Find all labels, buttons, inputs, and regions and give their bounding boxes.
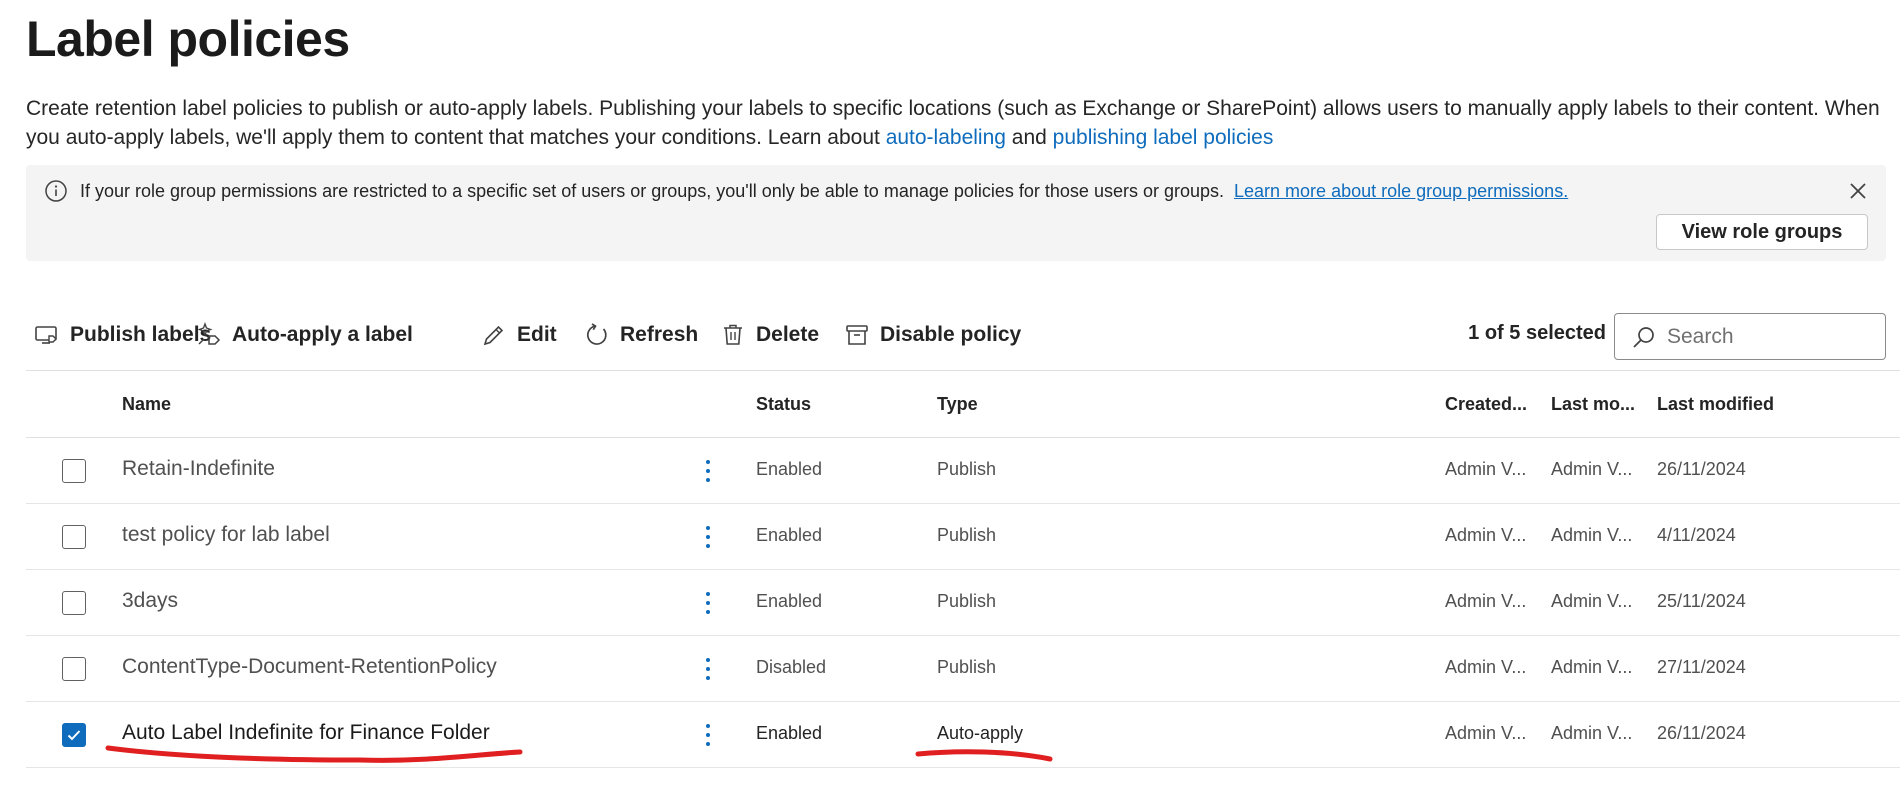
checkmark-icon (67, 730, 81, 741)
delete-button[interactable]: Delete (720, 310, 819, 360)
row-checkbox[interactable] (62, 525, 86, 549)
monitor-tag-icon (35, 326, 57, 344)
selection-count: 1 of 5 selected (1468, 322, 1606, 344)
more-vertical-icon[interactable] (694, 522, 722, 552)
policy-status: Enabled (756, 459, 823, 479)
row-checkbox[interactable] (62, 459, 86, 483)
policy-last-modified-by: Admin V... (1551, 723, 1633, 743)
table-row[interactable]: test policy for lab label Enabled Publis… (26, 504, 1900, 570)
policy-last-modified: 4/11/2024 (1657, 525, 1736, 545)
publish-labels-button[interactable]: Publish labels (34, 310, 211, 360)
policy-name[interactable]: Auto Label Indefinite for Finance Folder (122, 721, 490, 745)
policy-name[interactable]: ContentType-Document-RetentionPolicy (122, 655, 497, 679)
table-header: Name Status Type Created... Last mo... L… (26, 372, 1900, 438)
sparkle-tag-icon (197, 322, 221, 345)
policy-last-modified-by: Admin V... (1551, 591, 1633, 611)
role-group-permissions-link[interactable]: Learn more about role group permissions. (1234, 181, 1568, 201)
policy-created-by: Admin V... (1445, 525, 1527, 545)
policy-last-modified-by: Admin V... (1551, 657, 1633, 677)
row-checkbox[interactable] (62, 591, 86, 615)
policy-type: Publish (937, 459, 997, 479)
policy-created-by: Admin V... (1445, 459, 1527, 479)
search-box[interactable] (1614, 313, 1886, 360)
column-header-type[interactable]: Type (937, 394, 978, 415)
publish-labels-label: Publish labels (70, 323, 212, 346)
auto-apply-label: Auto-apply a label (232, 323, 413, 346)
trash-icon (724, 324, 742, 345)
policy-last-modified-by: Admin V... (1551, 459, 1633, 479)
column-header-created-by[interactable]: Created... (1445, 394, 1527, 415)
policy-status: Enabled (756, 591, 823, 611)
disable-policy-button[interactable]: Disable policy (844, 310, 1021, 360)
more-vertical-icon[interactable] (694, 720, 722, 750)
refresh-button[interactable]: Refresh (584, 310, 698, 360)
edit-label: Edit (517, 323, 557, 346)
toolbar-divider (26, 370, 1900, 371)
table-row-selected[interactable]: Auto Label Indefinite for Finance Folder… (26, 702, 1900, 768)
policy-last-modified: 25/11/2024 (1657, 591, 1746, 611)
delete-label: Delete (756, 323, 820, 346)
policies-table: Name Status Type Created... Last mo... L… (26, 372, 1900, 768)
table-row[interactable]: ContentType-Document-RetentionPolicy Dis… (26, 636, 1900, 702)
table-row[interactable]: 3days Enabled Publish Admin V... Admin V… (26, 570, 1900, 636)
publishing-policies-link[interactable]: publishing label policies (1053, 126, 1274, 149)
column-header-status[interactable]: Status (756, 394, 811, 415)
more-vertical-icon[interactable] (694, 456, 722, 486)
command-bar: Publish labels Auto-apply a label Edit R… (26, 310, 1886, 360)
policy-last-modified-by: Admin V... (1551, 525, 1633, 545)
policy-name[interactable]: Retain-Indefinite (122, 457, 275, 481)
policy-last-modified: 26/11/2024 (1657, 459, 1746, 479)
more-vertical-icon[interactable] (694, 654, 722, 684)
policy-status: Disabled (756, 657, 827, 677)
role-permissions-banner: If your role group permissions are restr… (26, 165, 1886, 261)
policy-last-modified: 27/11/2024 (1657, 657, 1746, 677)
archive-icon (846, 325, 868, 345)
pencil-icon (483, 325, 504, 346)
intro-and-text: and (1005, 126, 1053, 149)
policy-status: Enabled (756, 723, 823, 743)
row-checkbox[interactable] (62, 657, 86, 681)
more-vertical-icon[interactable] (694, 588, 722, 618)
banner-text: If your role group permissions are restr… (80, 181, 1225, 201)
policy-last-modified: 26/11/2024 (1657, 723, 1746, 743)
edit-button[interactable]: Edit (481, 310, 557, 360)
row-checkbox-checked[interactable] (62, 723, 86, 747)
refresh-label: Refresh (620, 323, 699, 346)
policy-type: Publish (937, 657, 997, 677)
policy-type: Publish (937, 525, 997, 545)
column-header-name[interactable]: Name (122, 394, 171, 415)
search-input[interactable] (1667, 324, 1867, 349)
policy-name[interactable]: test policy for lab label (122, 523, 330, 547)
refresh-icon (586, 323, 607, 345)
auto-labeling-link[interactable]: auto-labeling (886, 126, 1006, 149)
close-icon[interactable] (1844, 177, 1872, 205)
policy-type: Publish (937, 591, 997, 611)
policy-created-by: Admin V... (1445, 723, 1527, 743)
page-description: Create retention label policies to publi… (26, 94, 1886, 152)
banner-message: If your role group permissions are restr… (80, 181, 1568, 202)
search-icon (1633, 326, 1654, 348)
policy-status: Enabled (756, 525, 823, 545)
page-title: Label policies (26, 11, 350, 67)
view-role-groups-button[interactable]: View role groups (1656, 214, 1868, 250)
auto-apply-label-button[interactable]: Auto-apply a label (196, 310, 413, 360)
policy-created-by: Admin V... (1445, 657, 1527, 677)
table-row[interactable]: Retain-Indefinite Enabled Publish Admin … (26, 438, 1900, 504)
column-header-last-modified-by[interactable]: Last mo... (1551, 394, 1635, 415)
disable-policy-label: Disable policy (880, 323, 1022, 346)
column-header-last-modified[interactable]: Last modified (1657, 394, 1774, 415)
policy-name[interactable]: 3days (122, 589, 178, 613)
policy-created-by: Admin V... (1445, 591, 1527, 611)
info-icon (45, 180, 67, 202)
policy-type: Auto-apply (937, 723, 1024, 743)
